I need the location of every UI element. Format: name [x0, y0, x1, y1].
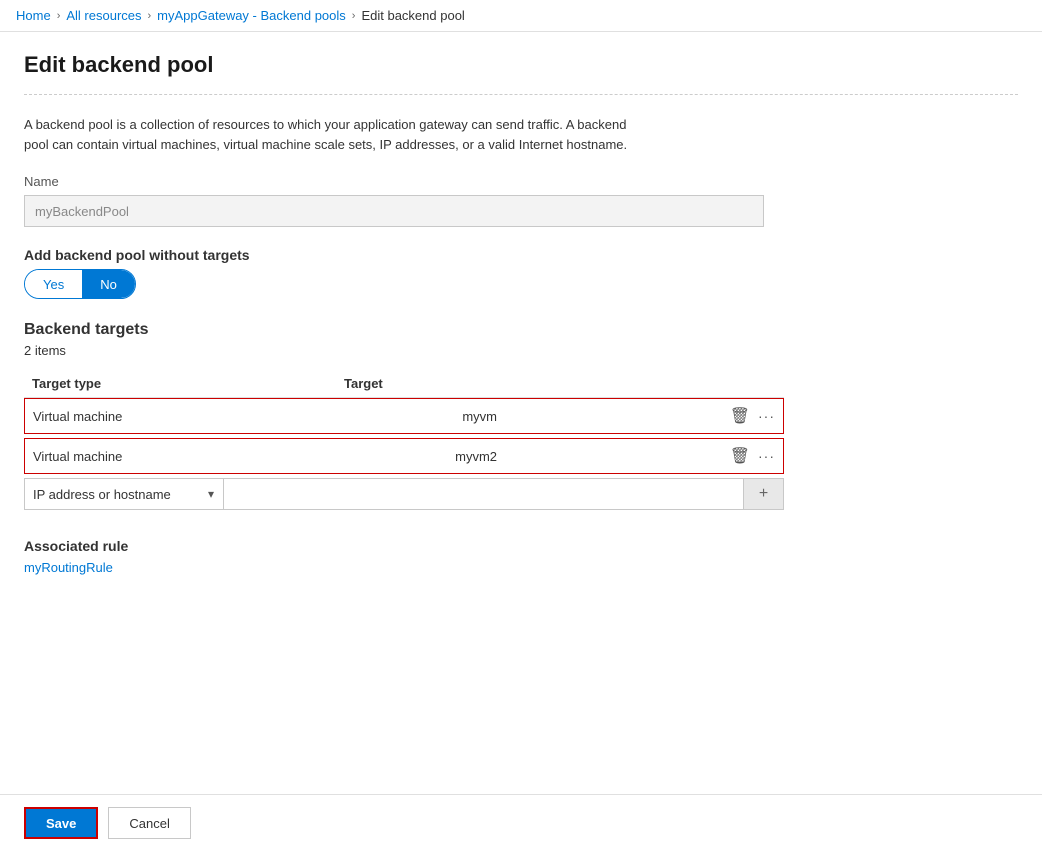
toggle-yes-button[interactable]: Yes [25, 270, 82, 298]
save-button[interactable]: Save [24, 807, 98, 839]
new-entry-row: IP address or hostname Virtual machine A… [24, 478, 784, 510]
row-1-actions: 🗑 ··· [730, 406, 783, 426]
associated-rule-title: Associated rule [24, 538, 1018, 554]
breadcrumb-home[interactable]: Home [16, 8, 51, 23]
toggle-section-title: Add backend pool without targets [24, 247, 1018, 263]
row-1-delete-icon[interactable]: 🗑 [730, 406, 750, 426]
row-2-actions: 🗑 ··· [730, 446, 783, 466]
target-type-dropdown[interactable]: IP address or hostname Virtual machine A… [24, 478, 224, 510]
breadcrumb-sep-1: › [57, 10, 61, 22]
name-field-group: Name [24, 174, 1018, 247]
row-1-target: myvm [345, 403, 505, 430]
table-header: Target type Target [24, 370, 784, 398]
row-2-delete-icon[interactable]: 🗑 [730, 446, 750, 466]
footer-bar: Save Cancel [0, 794, 1042, 851]
routing-rule-link[interactable]: myRoutingRule [24, 560, 113, 575]
breadcrumb-app-gateway[interactable]: myAppGateway - Backend pools [157, 8, 346, 23]
breadcrumb-sep-3: › [352, 10, 356, 22]
cancel-button[interactable]: Cancel [108, 807, 190, 839]
backend-targets-section: Backend targets 2 items Target type Targ… [24, 321, 1018, 510]
add-entry-button[interactable]: + [744, 478, 784, 510]
row-2-type: Virtual machine [25, 443, 345, 470]
breadcrumb-sep-2: › [148, 10, 152, 22]
col-type-header: Target type [24, 376, 344, 391]
table-row: Virtual machine myvm2 🗑 ··· [24, 438, 784, 474]
table-row: Virtual machine myvm 🗑 ··· [24, 398, 784, 434]
row-1-more-icon[interactable]: ··· [758, 408, 775, 424]
name-label: Name [24, 174, 1018, 189]
breadcrumb-current: Edit backend pool [361, 8, 464, 23]
row-2-more-icon[interactable]: ··· [758, 448, 775, 464]
toggle-section: Add backend pool without targets Yes No [24, 247, 1018, 299]
associated-rule-section: Associated rule myRoutingRule [24, 538, 1018, 575]
row-2-target: myvm2 [345, 443, 505, 470]
divider [24, 94, 1018, 95]
name-input[interactable] [24, 195, 764, 227]
description-text: A backend pool is a collection of resour… [24, 115, 644, 154]
row-1-type: Virtual machine [25, 403, 345, 430]
new-target-input[interactable] [224, 478, 744, 510]
add-icon: + [759, 485, 768, 503]
yes-no-toggle[interactable]: Yes No [24, 269, 136, 299]
items-count: 2 items [24, 343, 1018, 358]
backend-targets-title: Backend targets [24, 321, 1018, 339]
col-target-header: Target [344, 376, 544, 391]
breadcrumb: Home › All resources › myAppGateway - Ba… [0, 0, 1042, 32]
page-title: Edit backend pool [24, 52, 1018, 78]
target-type-dropdown-wrapper: IP address or hostname Virtual machine A… [24, 478, 224, 510]
toggle-no-button[interactable]: No [82, 270, 135, 298]
breadcrumb-all-resources[interactable]: All resources [66, 8, 141, 23]
